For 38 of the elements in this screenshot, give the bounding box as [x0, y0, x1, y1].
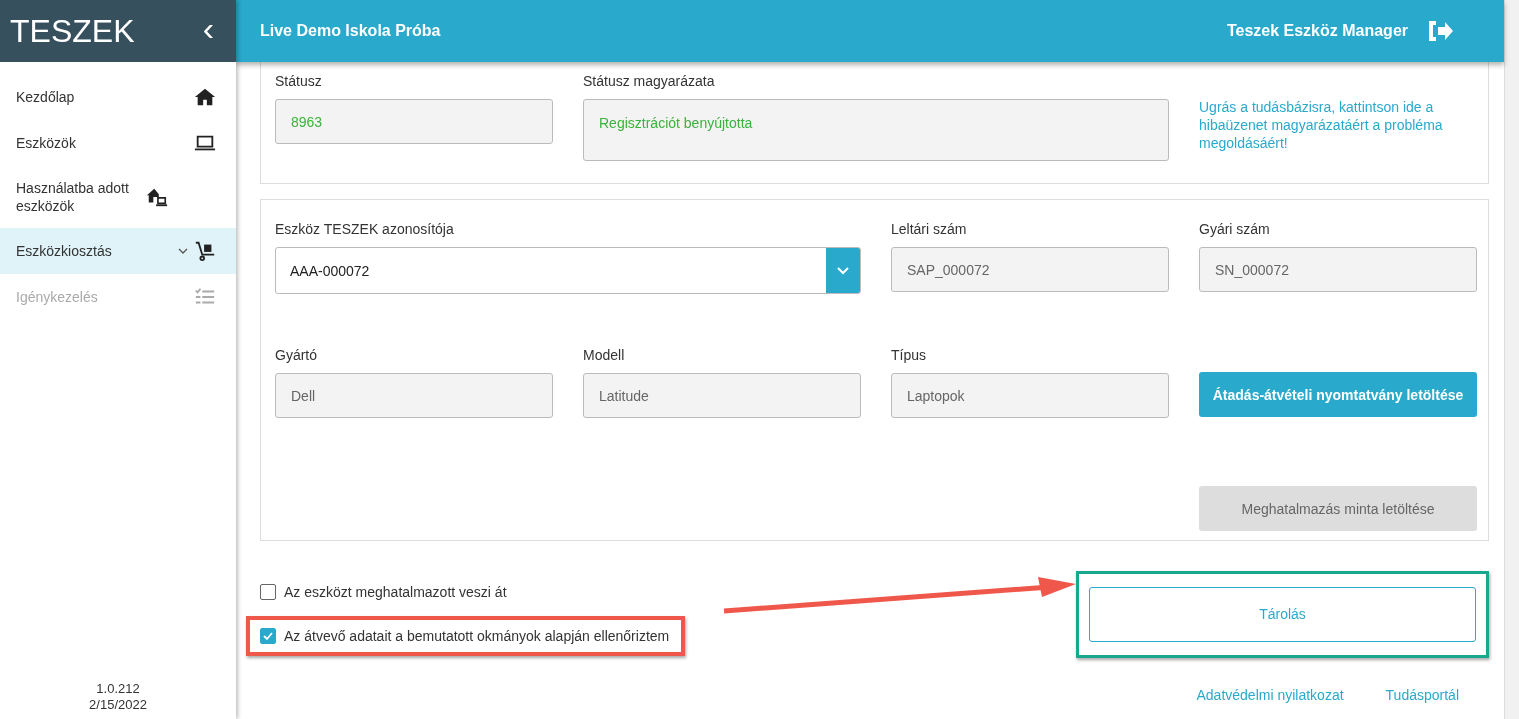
home-icon	[194, 86, 216, 108]
date-text: 2/15/2022	[89, 697, 147, 713]
page-title: Live Demo Iskola Próba	[260, 22, 442, 40]
checkbox[interactable]	[260, 584, 276, 600]
field-label: Státusz	[275, 72, 323, 90]
checkbox[interactable]	[260, 628, 276, 644]
field-label: Leltári szám	[891, 220, 968, 238]
checkbox-label: Az eszközt meghatalmazott veszi át	[284, 584, 507, 600]
sidebar-item[interactable]: Eszközkiosztás	[0, 228, 236, 274]
app-name: Teszek Eszköz Manager	[1226, 22, 1408, 40]
sidebar-item[interactable]: Eszközök	[0, 120, 236, 166]
device-id-dropdown[interactable]: AAA-000072	[275, 247, 861, 294]
field-label: Gyári szám	[1199, 220, 1271, 238]
text-field[interactable]: SN_000072	[1199, 247, 1477, 292]
hand-truck-icon	[194, 240, 216, 262]
text-field[interactable]: Latitude	[583, 373, 861, 418]
field-label: Státusz magyarázata	[583, 72, 716, 90]
text-field[interactable]: SAP_000072	[891, 247, 1169, 292]
app-logo: TESZEK	[10, 12, 135, 50]
download-form-button[interactable]: Átadás-átvételi nyomtatvány letöltése	[1199, 372, 1477, 417]
sidebar-item[interactable]: Kezdőlap	[0, 74, 236, 120]
footer-link[interactable]: Adatvédelmi nyilatkozat	[1196, 687, 1344, 703]
chevron-down-icon	[837, 266, 849, 275]
sidebar-item[interactable]: Használatba adott eszközök	[0, 166, 236, 228]
checkbox-label: Az átvevő adatait a bemutatott okmányok alapján ellenőriztem	[284, 628, 670, 644]
collapse-button[interactable]: ‹	[198, 11, 218, 51]
logout-icon[interactable]	[1426, 19, 1454, 43]
house-laptop-icon	[146, 186, 168, 208]
footer-link[interactable]: Tudásportál	[1385, 687, 1459, 703]
text-field[interactable]: Dell	[275, 373, 553, 418]
field-label: Eszköz TESZEK azonosítója	[275, 220, 455, 238]
field-label: Típus	[891, 346, 927, 364]
field-label: Modell	[583, 346, 626, 364]
knowledge-base-link[interactable]: Ugrás a tudásbázisra, kattintson ide a hibaüzenet magyarázatáért a probléma megoldásáért!	[1199, 72, 1477, 161]
text-field[interactable]: Laptopok	[891, 373, 1169, 418]
save-button[interactable]: Tárolás	[1089, 586, 1476, 642]
version-text: 1.0.212	[96, 681, 140, 697]
field-label: Gyártó	[275, 346, 318, 364]
